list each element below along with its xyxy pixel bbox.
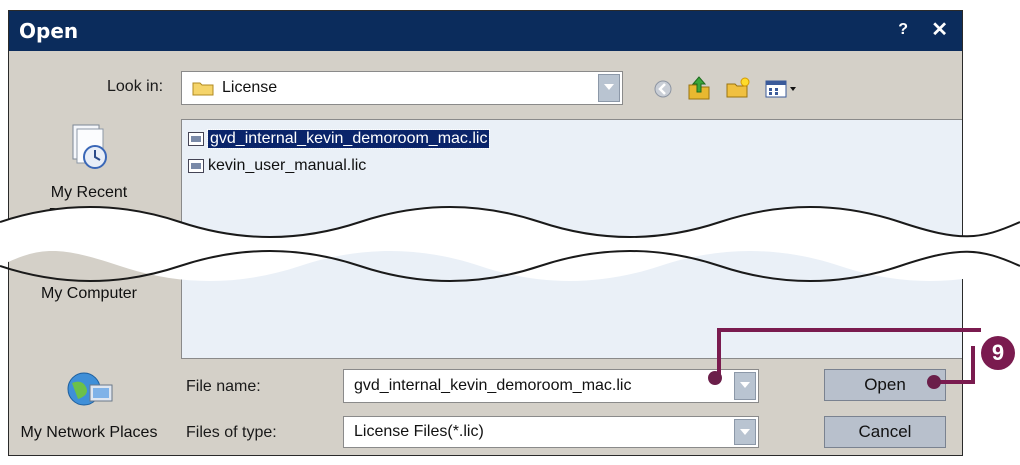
file-name: kevin_user_manual.lic bbox=[208, 157, 367, 174]
folder-icon bbox=[192, 80, 214, 96]
place-label: My Network Places bbox=[20, 424, 158, 441]
file-name-label: File name: bbox=[186, 378, 261, 395]
dialog-title: Open bbox=[19, 19, 79, 43]
files-of-type-label: Files of type: bbox=[186, 424, 277, 441]
network-places-icon bbox=[67, 372, 113, 406]
new-folder-icon[interactable] bbox=[725, 77, 751, 104]
back-icon[interactable] bbox=[653, 79, 673, 104]
license-file-icon bbox=[188, 132, 204, 146]
callout-line bbox=[717, 328, 981, 332]
title-bar: Open ? ✕ bbox=[9, 11, 962, 51]
callout-line bbox=[935, 380, 975, 384]
callout-marker-file-name bbox=[708, 371, 722, 385]
callout-line bbox=[717, 328, 721, 376]
file-name-input[interactable]: gvd_internal_kevin_demoroom_mac.lic bbox=[343, 369, 759, 403]
files-of-type-chevron-down-icon[interactable] bbox=[734, 419, 756, 445]
look-in-chevron-down-icon[interactable] bbox=[598, 74, 620, 102]
place-my-network-places[interactable]: My Network Places bbox=[9, 371, 169, 444]
files-of-type-dropdown[interactable]: License Files(*.lic) bbox=[343, 416, 759, 448]
file-item-selected[interactable]: gvd_internal_kevin_demoroom_mac.lic bbox=[188, 129, 491, 149]
look-in-label: Look in: bbox=[107, 78, 164, 95]
file-name: gvd_internal_kevin_demoroom_mac.lic bbox=[206, 129, 491, 149]
callout-line bbox=[971, 346, 975, 384]
files-of-type-value: License Files(*.lic) bbox=[354, 423, 484, 440]
file-name-value: gvd_internal_kevin_demoroom_mac.lic bbox=[354, 377, 632, 394]
look-in-dropdown[interactable]: License bbox=[181, 71, 623, 105]
break-separator bbox=[0, 206, 1020, 282]
file-item[interactable]: kevin_user_manual.lic bbox=[188, 157, 366, 175]
callout-marker-open-button bbox=[927, 375, 941, 389]
callout-number-badge: 9 bbox=[981, 336, 1015, 370]
close-button[interactable]: ✕ bbox=[931, 17, 948, 42]
cancel-button[interactable]: Cancel bbox=[824, 416, 946, 448]
recent-documents-icon bbox=[72, 124, 107, 169]
help-button[interactable]: ? bbox=[898, 21, 908, 39]
up-folder-icon[interactable] bbox=[687, 75, 711, 106]
views-menu-icon[interactable] bbox=[765, 79, 799, 104]
license-file-icon bbox=[188, 159, 204, 173]
look-in-value: License bbox=[222, 79, 278, 96]
file-name-chevron-down-icon[interactable] bbox=[734, 372, 756, 400]
